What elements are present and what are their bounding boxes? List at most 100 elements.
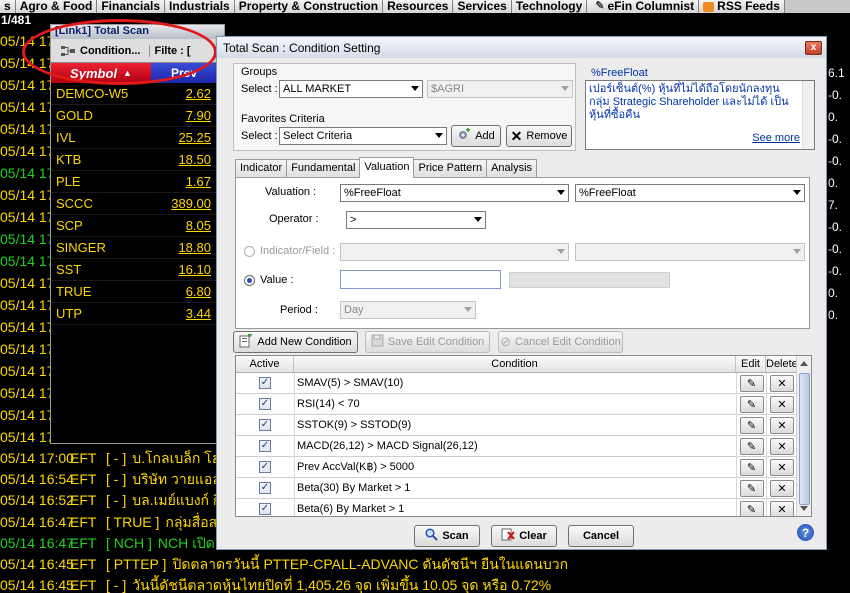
ticker-row-date: 05/14 17 <box>0 385 55 401</box>
condition-row[interactable]: ✓ MACD(26,12) > MACD Signal(26,12) ✎ ✕ <box>236 435 811 457</box>
edit-pencil-icon[interactable]: ✎ <box>739 500 764 516</box>
active-checkbox[interactable]: ✓ <box>259 398 271 410</box>
delete-x-icon[interactable]: ✕ <box>770 458 794 476</box>
tab-partial[interactable]: s <box>0 0 16 13</box>
active-checkbox[interactable]: ✓ <box>259 482 271 494</box>
tab-fundamental[interactable]: Fundamental <box>286 159 361 178</box>
scan-prev: 25.25 <box>178 130 211 145</box>
delete-x-icon[interactable]: ✕ <box>770 500 794 516</box>
active-checkbox[interactable]: ✓ <box>259 440 271 452</box>
scroll-thumb[interactable] <box>799 373 810 505</box>
news-row[interactable]: 05/14 16:45EFT [ - ] วันนี้ดัชนีตลาดหุ้นไท… <box>0 574 850 593</box>
col-active[interactable]: Active <box>236 356 294 372</box>
active-checkbox[interactable]: ✓ <box>259 461 271 473</box>
scroll-down-icon[interactable] <box>800 506 808 511</box>
active-checkbox[interactable]: ✓ <box>259 503 271 515</box>
delete-x-icon[interactable]: ✕ <box>770 374 794 392</box>
period-select[interactable]: Day <box>340 301 476 319</box>
tab-price-pattern[interactable]: Price Pattern <box>413 159 488 178</box>
tab-property-construction[interactable]: Property & Construction <box>234 0 384 13</box>
operator-select[interactable]: > <box>346 211 486 229</box>
edit-pencil-icon[interactable]: ✎ <box>739 374 764 392</box>
edit-pencil-icon[interactable]: ✎ <box>739 395 764 413</box>
delete-x-icon[interactable]: ✕ <box>770 437 794 455</box>
tab-efin-columnist[interactable]: ✎ eFin Columnist <box>587 0 700 13</box>
delete-x-icon[interactable]: ✕ <box>770 479 794 497</box>
tab-industrials[interactable]: Industrials <box>165 0 235 13</box>
ticker-row-date: 05/14 17 <box>0 77 55 93</box>
scan-row[interactable]: SCCC 389.00 <box>51 193 224 215</box>
add-favorite-button[interactable]: Add <box>451 125 501 147</box>
tab-agro-food[interactable]: Agro & Food <box>15 0 98 13</box>
indicator-field-radio[interactable] <box>244 246 255 257</box>
scan-row[interactable]: SST 16.10 <box>51 259 224 281</box>
favorites-label: Favorites Criteria <box>241 113 325 125</box>
cancel-button[interactable]: Cancel <box>568 525 634 547</box>
scan-row[interactable]: GOLD 7.90 <box>51 105 224 127</box>
indicator-field-select[interactable] <box>340 243 569 261</box>
tab-analysis[interactable]: Analysis <box>486 159 538 178</box>
save-edit-condition-button[interactable]: Save Edit Condition <box>365 331 490 353</box>
scan-row[interactable]: UTP 3.44 <box>51 303 224 325</box>
remove-favorite-button[interactable]: ✕ Remove <box>506 125 572 147</box>
condition-row[interactable]: ✓ Prev AccVal(K฿) > 5000 ✎ ✕ <box>236 456 811 478</box>
col-edit[interactable]: Edit <box>736 356 766 372</box>
col-delete[interactable]: Delete <box>766 356 798 372</box>
scan-row[interactable]: DEMCO-W5 2.62 <box>51 83 224 105</box>
condition-row[interactable]: ✓ SMAV(5) > SMAV(10) ✎ ✕ <box>236 372 811 394</box>
indicator-field-select-2[interactable] <box>575 243 805 261</box>
scan-row[interactable]: PLE 1.67 <box>51 171 224 193</box>
scan-row[interactable]: SINGER 18.80 <box>51 237 224 259</box>
condition-row[interactable]: ✓ Beta(30) By Market > 1 ✎ ✕ <box>236 477 811 499</box>
clear-label: Clear <box>519 530 547 542</box>
active-cell: ✓ <box>236 419 294 431</box>
active-checkbox[interactable]: ✓ <box>259 377 271 389</box>
tab-financials[interactable]: Financials <box>97 0 166 13</box>
tab-rss-feeds[interactable]: RSS Feeds <box>699 0 785 13</box>
col-condition[interactable]: Condition <box>294 356 736 372</box>
delete-x-icon[interactable]: ✕ <box>770 416 794 434</box>
valuation-select[interactable]: %FreeFloat <box>340 184 569 202</box>
favorites-select[interactable]: Select Criteria <box>279 127 447 145</box>
add-new-condition-button[interactable]: Add New Condition <box>233 331 358 353</box>
clear-button[interactable]: Clear <box>491 525 557 547</box>
close-button[interactable]: x <box>805 40 822 55</box>
period-select-value: Day <box>344 304 364 316</box>
condition-row[interactable]: ✓ RSI(14) < 70 ✎ ✕ <box>236 393 811 415</box>
scan-button[interactable]: Scan <box>414 525 480 547</box>
see-more-link[interactable]: See more <box>752 132 800 145</box>
ticker-row-date: 05/14 17 <box>0 319 55 335</box>
tab-resources[interactable]: Resources <box>383 0 454 13</box>
tab-label: Resources <box>387 0 449 13</box>
edit-pencil-icon[interactable]: ✎ <box>739 458 764 476</box>
valuation-compare-select[interactable]: %FreeFloat <box>575 184 805 202</box>
help-icon[interactable]: ? <box>797 524 814 541</box>
edit-pencil-icon[interactable]: ✎ <box>739 437 764 455</box>
scan-row[interactable]: SCP 8.05 <box>51 215 224 237</box>
tab-valuation[interactable]: Valuation <box>359 157 415 178</box>
active-checkbox[interactable]: ✓ <box>259 419 271 431</box>
info-scrollbar[interactable] <box>802 81 814 149</box>
add-new-condition-label: Add New Condition <box>257 336 352 348</box>
edit-cell: ✎ <box>736 498 766 516</box>
cancel-edit-condition-button[interactable]: ⊘ Cancel Edit Condition <box>498 331 623 353</box>
edit-cell: ✎ <box>736 477 766 499</box>
groups-sub-select[interactable]: $AGRI <box>427 80 573 98</box>
tab-services[interactable]: Services <box>453 0 512 13</box>
grid-scrollbar[interactable] <box>796 356 811 516</box>
scan-row[interactable]: KTB 18.50 <box>51 149 224 171</box>
edit-pencil-icon[interactable]: ✎ <box>739 479 764 497</box>
scan-row[interactable]: IVL 25.25 <box>51 127 224 149</box>
news-row[interactable]: 05/14 16:45EFT [ PTTEP ] ปิดตลาดรวันนี้ PT… <box>0 553 850 575</box>
tab-technology[interactable]: Technology <box>511 0 588 13</box>
scan-row[interactable]: TRUE 6.80 <box>51 281 224 303</box>
edit-pencil-icon[interactable]: ✎ <box>739 416 764 434</box>
tab-indicator[interactable]: Indicator <box>235 159 288 178</box>
delete-x-icon[interactable]: ✕ <box>770 395 794 413</box>
condition-row[interactable]: ✓ Beta(6) By Market > 1 ✎ ✕ <box>236 498 811 516</box>
value-input[interactable] <box>340 270 501 289</box>
scroll-up-icon[interactable] <box>800 361 808 366</box>
groups-select[interactable]: ALL MARKET <box>279 80 423 98</box>
value-radio[interactable] <box>244 275 255 286</box>
condition-row[interactable]: ✓ SSTOK(9) > SSTOD(9) ✎ ✕ <box>236 414 811 436</box>
